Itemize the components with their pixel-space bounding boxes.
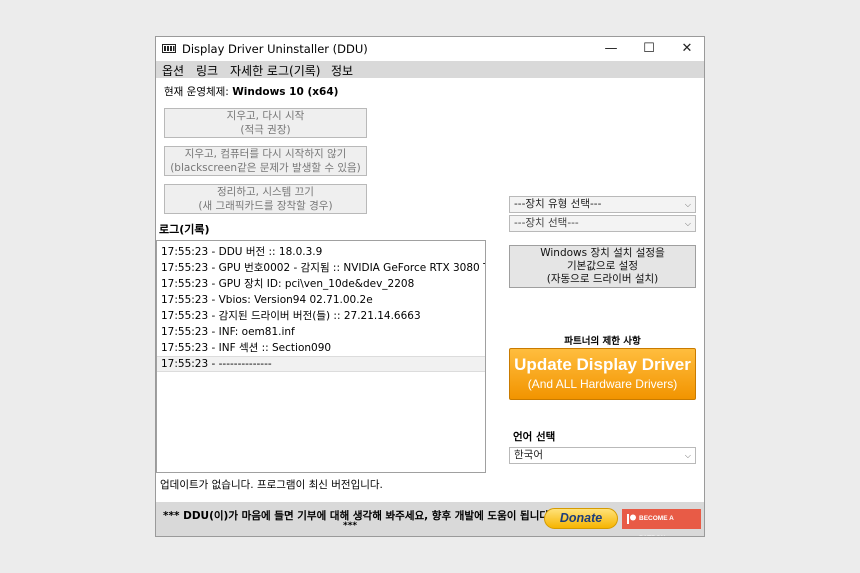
menu-detailed-log[interactable]: 자세한 로그(기록) (230, 62, 320, 79)
app-icon (162, 44, 176, 53)
menu-info[interactable]: 정보 (331, 62, 353, 79)
clean-restart-sublabel: (적극 권장) (240, 124, 291, 136)
reset-line-1: Windows 장치 설치 설정을 (540, 247, 665, 259)
reset-line-2: 기본값으로 설정 (567, 260, 638, 272)
patreon-icon (627, 514, 636, 524)
donation-stars: *** (343, 521, 358, 531)
reset-line-3: (자동으로 드라이버 설치) (546, 273, 659, 285)
clean-shutdown-label: 정리하고, 시스템 끄기 (217, 186, 314, 198)
log-row[interactable]: 17:55:23 - 감지된 드라이버 버전(들) :: 27.21.14.66… (157, 308, 485, 324)
language-select[interactable]: 한국어 ⌵ (509, 447, 696, 464)
device-select[interactable]: ---장치 선택--- ⌵ (509, 215, 696, 232)
update-sub-label: (And ALL Hardware Drivers) (527, 377, 678, 391)
donation-footer: *** DDU(이)가 마음에 들면 기부에 대해 생각해 봐주세요, 향후 개… (156, 502, 704, 536)
window-title: Display Driver Uninstaller (DDU) (182, 42, 368, 56)
log-title: 로그(기록) (159, 223, 210, 236)
chevron-down-icon: ⌵ (684, 451, 691, 460)
device-type-select[interactable]: ---장치 유형 선택--- ⌵ (509, 196, 696, 213)
maximize-button[interactable]: ☐ (630, 37, 668, 61)
log-row[interactable]: 17:55:23 - GPU 번호0002 - 감지됨 :: NVIDIA Ge… (157, 260, 485, 276)
device-value: ---장치 선택--- (514, 217, 579, 229)
patron-label: BECOME A PATRON (639, 515, 674, 536)
device-type-value: ---장치 유형 선택--- (514, 198, 602, 210)
log-row[interactable]: 17:55:23 - Vbios: Version94 02.71.00.2e (157, 292, 485, 308)
donation-message: *** DDU(이)가 마음에 들면 기부에 대해 생각해 봐주세요, 향후 개… (163, 510, 554, 522)
become-patron-button[interactable]: BECOME A PATRON (622, 509, 701, 536)
update-main-label: Update Display Driver (514, 355, 691, 374)
close-button[interactable]: ✕ (668, 37, 704, 61)
log-row-selected[interactable]: 17:55:23 - -------------- (157, 356, 485, 372)
log-list[interactable]: 17:55:23 - DDU 버전 :: 18.0.3.9 17:55:23 -… (156, 240, 486, 473)
log-row[interactable]: 17:55:23 - INF: oem81.inf (157, 324, 485, 340)
update-display-driver-button[interactable]: Update Display Driver (And ALL Hardware … (509, 348, 696, 400)
ddu-window: Display Driver Uninstaller (DDU) — ☐ ✕ 옵… (155, 36, 705, 537)
clean-restart-label: 지우고, 다시 시작 (226, 110, 305, 122)
os-info: 현재 운영체제: Windows 10 (x64) (164, 84, 338, 99)
clean-shutdown-button[interactable]: 정리하고, 시스템 끄기 (새 그래픽카드를 장착할 경우) (164, 184, 367, 214)
log-row[interactable]: 17:55:23 - INF 섹션 :: Section090 (157, 340, 485, 356)
chevron-down-icon: ⌵ (684, 219, 691, 228)
menu-options[interactable]: 옵션 (162, 62, 184, 79)
clean-no-restart-sublabel: (blackscreen같은 문제가 발생할 수 있음) (170, 162, 361, 174)
reset-device-install-settings-button[interactable]: Windows 장치 설치 설정을 기본값으로 설정 (자동으로 드라이버 설치… (509, 245, 696, 288)
partner-label: 파트너의 제한 사항 (564, 336, 641, 347)
donate-button[interactable]: Donate (544, 508, 618, 529)
clean-shutdown-sublabel: (새 그래픽카드를 장착할 경우) (198, 200, 333, 212)
log-row[interactable]: 17:55:23 - DDU 버전 :: 18.0.3.9 (157, 244, 485, 260)
os-label: 현재 운영체제: (164, 86, 233, 98)
title-bar[interactable]: Display Driver Uninstaller (DDU) — ☐ ✕ (156, 37, 704, 61)
os-value: Windows 10 (x64) (232, 86, 339, 98)
minimize-button[interactable]: — (592, 37, 630, 61)
language-value: 한국어 (514, 449, 543, 461)
chevron-down-icon: ⌵ (684, 200, 691, 209)
log-row[interactable]: 17:55:23 - GPU 장치 ID: pci\ven_10de&dev_2… (157, 276, 485, 292)
menu-links[interactable]: 링크 (196, 62, 218, 79)
clean-restart-button[interactable]: 지우고, 다시 시작 (적극 권장) (164, 108, 367, 138)
clean-no-restart-button[interactable]: 지우고, 컴퓨터를 다시 시작하지 않기 (blackscreen같은 문제가 … (164, 146, 367, 176)
clean-no-restart-label: 지우고, 컴퓨터를 다시 시작하지 않기 (184, 148, 347, 160)
language-label: 언어 선택 (513, 431, 556, 443)
update-status: 업데이트가 없습니다. 프로그램이 최신 버전입니다. (160, 479, 383, 491)
menu-bar: 옵션 링크 자세한 로그(기록) 정보 (156, 61, 704, 78)
